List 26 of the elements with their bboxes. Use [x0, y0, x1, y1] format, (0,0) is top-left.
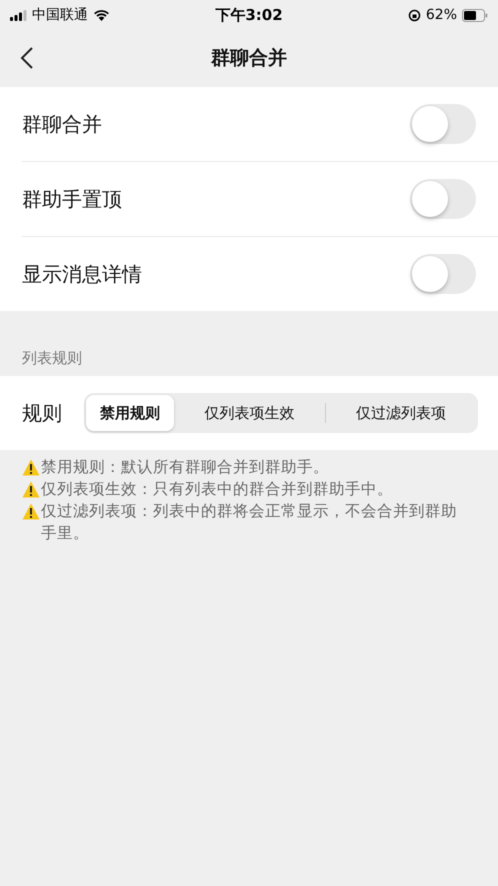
toggle-switch[interactable]: [410, 179, 476, 219]
note-text: 仅过滤列表项：列表中的群将会正常显示，不会合并到群助手里。: [41, 501, 458, 544]
section-header: 列表规则: [21, 348, 83, 369]
setting-label: 群助手置顶: [22, 186, 122, 212]
battery-percent: 62%: [426, 7, 457, 23]
warning-icon: [22, 503, 40, 520]
toggle-switch[interactable]: [410, 104, 476, 144]
carrier-name: 中国联通: [32, 6, 88, 24]
setting-label: 显示消息详情: [22, 260, 142, 288]
signal-icon: [10, 10, 27, 20]
page-title: 群聊合并: [211, 46, 287, 70]
toggle-switch[interactable]: [410, 254, 476, 294]
segment-tab[interactable]: 仅过滤列表项: [326, 395, 476, 431]
rotation-lock-icon: [408, 8, 421, 22]
back-icon: [20, 46, 34, 70]
note-text: 禁用规则：默认所有群聊合并到群助手。: [41, 457, 329, 478]
segment-tab[interactable]: 禁用规则: [86, 395, 174, 431]
status-time: 下午3:02: [215, 6, 283, 24]
setting-label: 群聊合并: [22, 110, 102, 138]
warning-icon: [22, 481, 40, 498]
warning-icon: [22, 459, 40, 476]
battery-icon: [462, 8, 488, 22]
note-text: 仅列表项生效：只有列表中的群合并到群助手中。: [41, 479, 393, 500]
wifi-icon: [93, 9, 110, 21]
segment-tab[interactable]: 仅列表项生效: [174, 395, 324, 431]
rule-label: 规则: [22, 400, 62, 426]
